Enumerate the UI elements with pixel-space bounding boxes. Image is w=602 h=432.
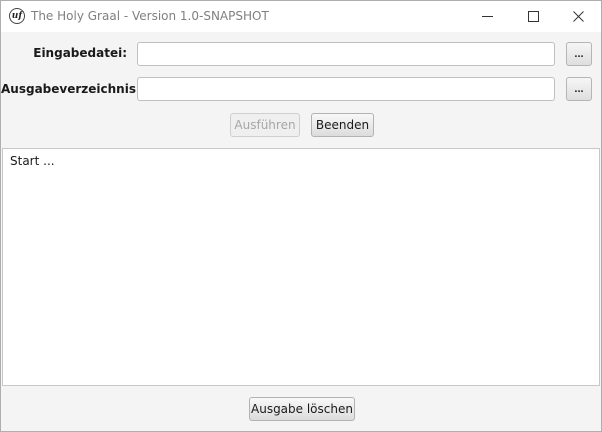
minimize-button[interactable]: [465, 1, 511, 32]
exit-button[interactable]: Beenden: [311, 113, 374, 137]
input-file-field[interactable]: [137, 42, 555, 66]
run-button[interactable]: Ausführen: [230, 113, 300, 137]
input-file-label: Eingabedatei:: [33, 46, 127, 60]
close-button[interactable]: [556, 1, 601, 32]
title-bar[interactable]: uf The Holy Graal - Version 1.0-SNAPSHOT: [1, 1, 601, 32]
app-window: uf The Holy Graal - Version 1.0-SNAPSHOT…: [0, 0, 602, 432]
minimize-icon: [482, 16, 493, 17]
window-title: The Holy Graal - Version 1.0-SNAPSHOT: [31, 9, 269, 23]
output-directory-label: Ausgabeverzeichnis:: [1, 82, 141, 96]
browse-input-button[interactable]: ...: [566, 42, 592, 66]
output-directory-field[interactable]: [137, 77, 555, 101]
clear-output-button[interactable]: Ausgabe löschen: [249, 397, 355, 421]
browse-output-button[interactable]: ...: [566, 77, 592, 101]
maximize-button[interactable]: [511, 1, 557, 32]
app-logo-icon: uf: [9, 8, 25, 24]
output-log-text: Start ...: [10, 154, 55, 168]
output-log-area[interactable]: Start ...: [2, 148, 600, 386]
maximize-icon: [528, 11, 539, 22]
close-icon: [573, 11, 584, 22]
